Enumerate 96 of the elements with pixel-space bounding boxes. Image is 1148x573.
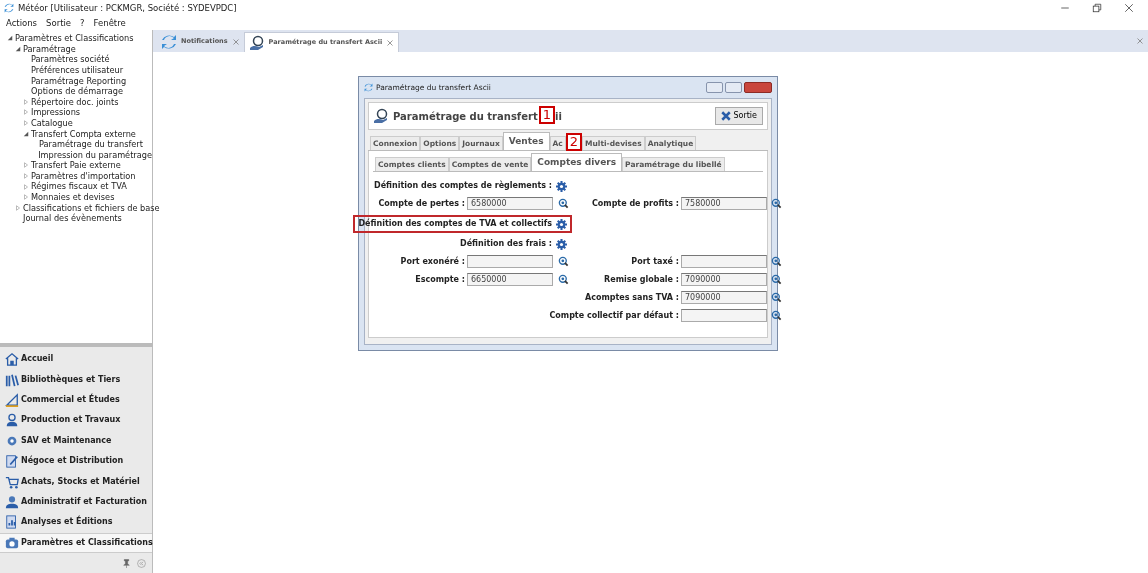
tree-item[interactable]: Monnaies et devises xyxy=(31,191,115,204)
search-icon[interactable] xyxy=(770,198,782,209)
house-icon xyxy=(5,352,19,367)
module-button[interactable]: Négoce et Distribution xyxy=(0,451,152,472)
hand-coin-icon xyxy=(248,34,265,51)
search-icon[interactable] xyxy=(770,310,782,321)
tree-item[interactable]: Impressions xyxy=(31,106,81,119)
minimize-button[interactable] xyxy=(706,82,723,93)
field-label: Escompte : xyxy=(415,273,466,286)
app-logo-icon xyxy=(364,83,373,92)
search-icon[interactable] xyxy=(770,274,782,285)
callout-marker: 2 xyxy=(565,133,583,151)
field-label: Remise globale : xyxy=(604,273,680,286)
module-button[interactable]: Commercial et Études xyxy=(0,389,152,411)
settings-icon[interactable] xyxy=(556,238,567,250)
input-field[interactable]: 7580000 xyxy=(681,197,767,210)
tree-item[interactable]: Régimes fiscaux et TVA xyxy=(31,180,127,193)
exit-button[interactable]: Sortie xyxy=(715,107,763,125)
menu-item[interactable]: ? xyxy=(80,16,85,30)
search-icon[interactable] xyxy=(557,274,569,285)
tree-item[interactable]: Options de démarrage xyxy=(31,85,124,98)
search-icon[interactable] xyxy=(770,292,782,303)
pin-icon[interactable] xyxy=(122,558,131,568)
callout-marker: 1 xyxy=(538,106,555,124)
tree-item[interactable]: Répertoire doc. joints xyxy=(31,95,119,108)
module-button[interactable]: Bibliothèques et Tiers xyxy=(0,369,152,390)
menu-item[interactable]: Sortie xyxy=(46,16,72,30)
person-icon xyxy=(5,495,19,509)
app-logo-icon xyxy=(4,3,14,13)
document-icon xyxy=(5,454,19,469)
tree-item[interactable]: Classifications et fichiers de base xyxy=(23,201,160,214)
field-label: Compte de profits : xyxy=(591,197,680,210)
module-button[interactable]: Administratif et Facturation xyxy=(0,491,152,513)
collapse-arrow-icon[interactable] xyxy=(7,35,13,42)
input-field[interactable]: 6580000 xyxy=(467,197,553,210)
app-logo-icon xyxy=(161,34,177,50)
tree-item[interactable]: Journal des évènements xyxy=(23,212,122,225)
tree-item[interactable]: Impression du paramétrage xyxy=(38,148,152,161)
field-label: Acomptes sans TVA : xyxy=(585,291,680,304)
close-icon[interactable] xyxy=(386,38,395,47)
tree-item[interactable]: Paramètres société xyxy=(31,53,110,66)
tree-item[interactable]: Paramétrage Reporting xyxy=(31,74,127,87)
close-icon[interactable] xyxy=(1124,3,1134,13)
input-field[interactable]: 7090000 xyxy=(681,273,767,286)
settings-link[interactable]: Définition des comptes de TVA et collectifs xyxy=(353,215,572,233)
header-title: ii xyxy=(555,109,562,124)
ruler-icon xyxy=(5,393,19,408)
input-field[interactable] xyxy=(681,255,767,268)
settings-link[interactable]: Définition des frais : xyxy=(460,238,569,250)
tab[interactable]: Comptes divers xyxy=(531,152,623,171)
window-title: Météor [Utilisateur : PCKMGR, Société : SYDEVPDC] xyxy=(18,1,237,15)
module-button[interactable]: Achats, Stocks et Matériel xyxy=(0,471,152,492)
cart-icon xyxy=(5,474,19,489)
splitter-handle[interactable] xyxy=(0,343,152,348)
settings-icon[interactable] xyxy=(556,218,567,230)
menu-item[interactable]: Fenêtre xyxy=(93,16,126,30)
field-label: Compte collectif par défaut : xyxy=(549,309,680,322)
field-label: Compte de pertes : xyxy=(378,197,466,210)
books-icon xyxy=(5,372,19,387)
module-button[interactable]: Accueil xyxy=(0,349,152,370)
input-field[interactable]: 7090000 xyxy=(681,291,767,304)
close-icon xyxy=(721,111,732,121)
header-title: Paramétrage du transfert xyxy=(393,109,538,124)
tree-item[interactable]: Paramètres et Classifications xyxy=(15,32,134,45)
field-label: Port taxé : xyxy=(631,255,680,268)
tree-item[interactable]: Paramétrage du transfert xyxy=(39,138,143,151)
camera-icon xyxy=(5,535,19,550)
module-button[interactable]: Analyses et Éditions xyxy=(0,512,152,533)
collapse-arrow-icon[interactable] xyxy=(23,130,29,137)
module-button[interactable]: Production et Travaux xyxy=(0,410,152,431)
close-icon[interactable] xyxy=(1136,37,1144,45)
tree-item[interactable]: Préférences utilisateur xyxy=(31,63,124,77)
settings-icon[interactable] xyxy=(556,180,567,192)
maximize-button[interactable] xyxy=(725,82,742,93)
settings-link[interactable]: Définition des comptes de règlements : xyxy=(374,180,569,192)
tab[interactable]: Ventes xyxy=(502,131,550,150)
input-field[interactable] xyxy=(467,255,553,268)
field-label: Port exonéré : xyxy=(400,255,466,268)
tree-item[interactable]: Paramétrage xyxy=(23,42,76,56)
chart-icon xyxy=(5,515,19,530)
module-button[interactable]: Paramètres et Classifications xyxy=(0,532,152,553)
search-icon[interactable] xyxy=(557,198,569,209)
collapse-arrow-icon[interactable] xyxy=(15,45,21,52)
close-icon[interactable] xyxy=(231,38,240,46)
hand-coin-icon xyxy=(373,108,389,124)
tree-item[interactable]: Transfert Compta externe xyxy=(31,127,136,140)
tree-item[interactable]: Transfert Paie externe xyxy=(31,159,121,172)
input-field[interactable] xyxy=(681,309,767,322)
search-icon[interactable] xyxy=(557,256,569,267)
restore-icon[interactable] xyxy=(1092,3,1102,13)
menu-item[interactable]: Actions xyxy=(6,16,38,30)
tree-item[interactable]: Catalogue xyxy=(31,116,73,130)
module-button[interactable]: SAV et Maintenance xyxy=(0,430,152,452)
person-icon xyxy=(5,413,19,428)
search-icon[interactable] xyxy=(770,256,782,267)
input-field[interactable]: 6650000 xyxy=(467,273,553,286)
